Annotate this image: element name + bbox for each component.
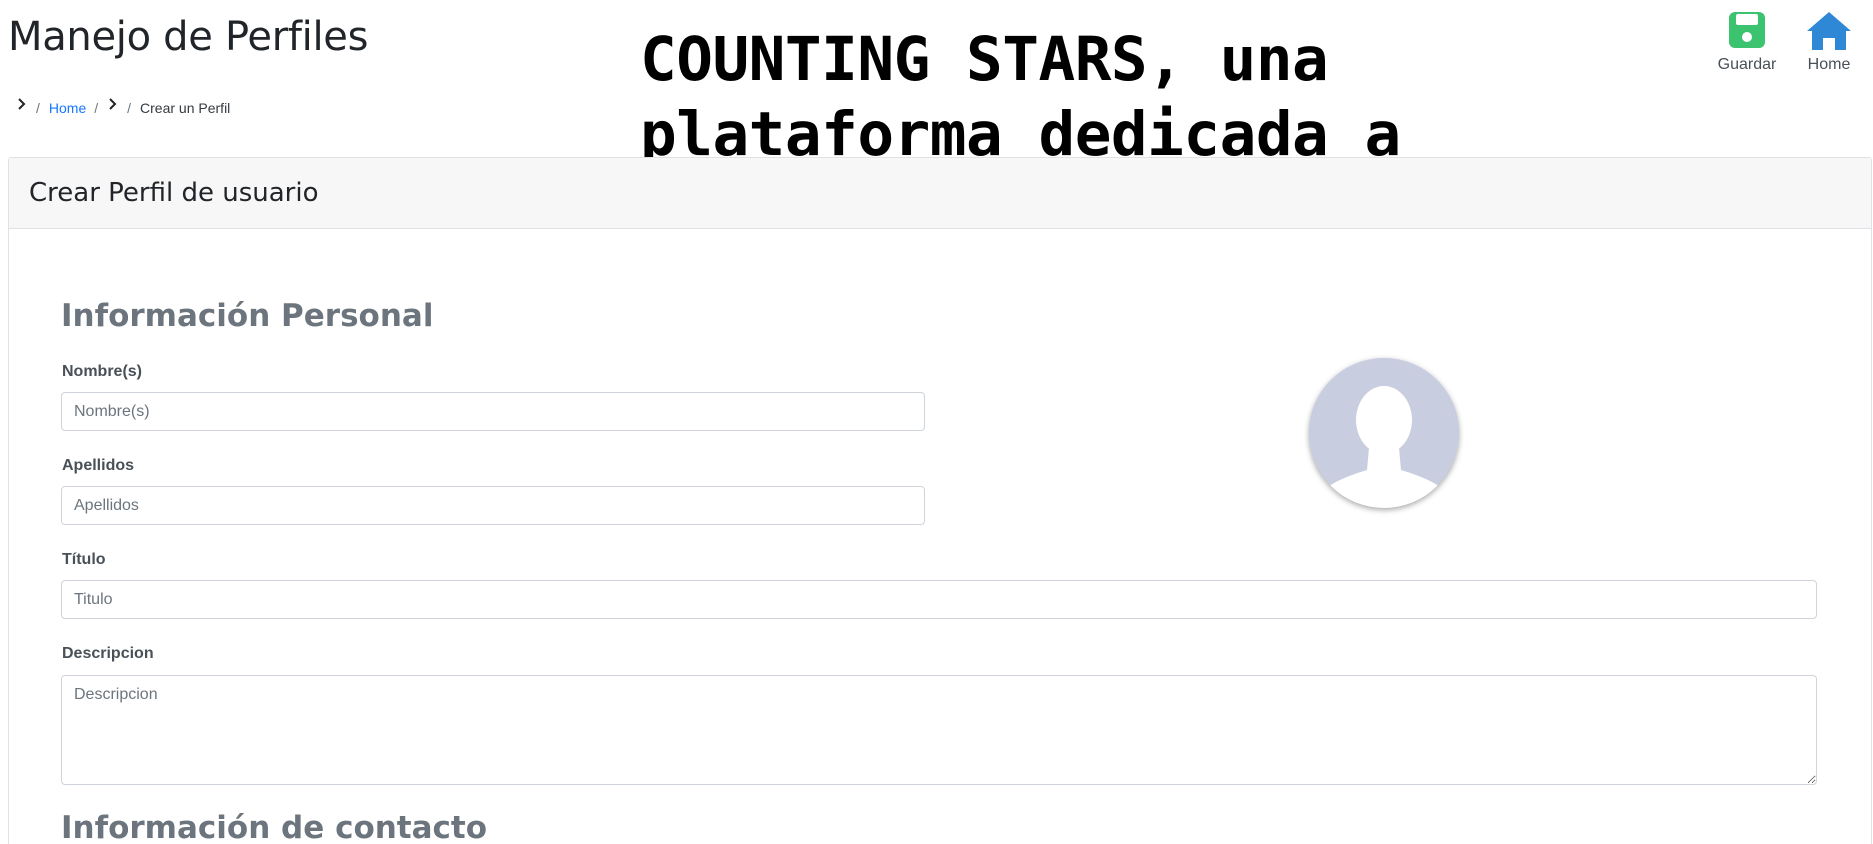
- home-label: Home: [1807, 56, 1851, 73]
- titulo-input[interactable]: [61, 580, 1817, 619]
- breadcrumb-home-link[interactable]: Home: [49, 100, 86, 116]
- descripcion-label: Descripcion: [62, 645, 154, 662]
- toolbar: Guardar Home: [1713, 10, 1863, 74]
- breadcrumb-separator: /: [127, 100, 132, 116]
- save-label: Guardar: [1717, 56, 1777, 73]
- home-icon: [1807, 12, 1851, 50]
- chevron-right-icon[interactable]: [107, 97, 119, 111]
- card-header: Crear Perfil de usuario: [9, 158, 1871, 229]
- avatar[interactable]: [1309, 358, 1459, 508]
- home-button[interactable]: Home: [1795, 10, 1863, 74]
- breadcrumb-separator: /: [36, 100, 40, 116]
- section-title-contact: Información de contacto: [61, 810, 488, 844]
- save-icon: [1729, 12, 1765, 48]
- save-button[interactable]: Guardar: [1713, 10, 1781, 74]
- apellidos-label: Apellidos: [62, 457, 135, 474]
- descripcion-textarea[interactable]: [61, 675, 1817, 785]
- titulo-label: Título: [62, 551, 106, 568]
- page-title: Manejo de Perfiles: [8, 14, 369, 60]
- breadcrumb-current: Crear un Perfil: [140, 100, 231, 116]
- card-title: Crear Perfil de usuario: [29, 178, 319, 208]
- user-silhouette-icon: [1309, 358, 1459, 508]
- profile-card: Crear Perfil de usuario Información Pers…: [8, 157, 1872, 844]
- breadcrumb: / Home / / Crear un Perfil: [16, 97, 231, 116]
- breadcrumb-separator: /: [94, 100, 99, 116]
- nombre-input[interactable]: [61, 392, 925, 431]
- chevron-right-icon[interactable]: [16, 97, 28, 111]
- section-title-personal: Información Personal: [61, 298, 434, 334]
- apellidos-input[interactable]: [61, 486, 925, 525]
- nombre-label: Nombre(s): [62, 363, 143, 380]
